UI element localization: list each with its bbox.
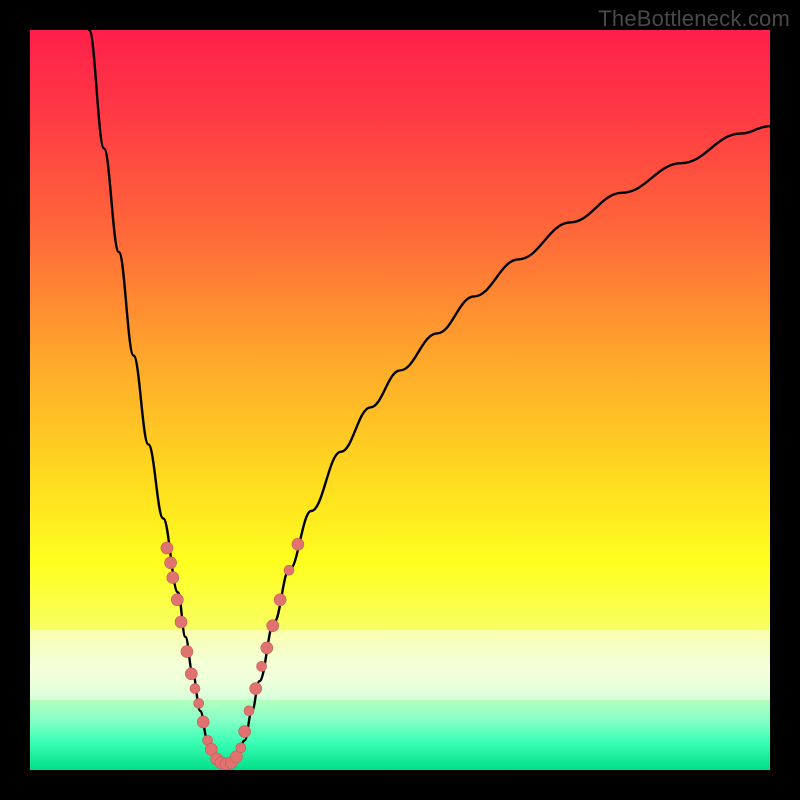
data-point [167,572,179,584]
data-point [175,616,187,628]
data-point [171,594,183,606]
data-point [292,538,304,550]
data-point [236,743,246,753]
data-point [257,661,267,671]
data-point [239,726,251,738]
data-point [261,642,273,654]
data-point [194,698,204,708]
data-point [274,594,286,606]
scatter-dots [161,538,304,770]
chart-overlay [30,30,770,770]
data-point [244,706,254,716]
data-point [267,620,279,632]
data-point [185,668,197,680]
data-point [284,565,294,575]
data-point [190,684,200,694]
chart-stage: TheBottleneck.com [0,0,800,800]
data-point [165,557,177,569]
watermark-text: TheBottleneck.com [598,6,790,32]
data-point [197,716,209,728]
data-point [181,646,193,658]
data-point [161,542,173,554]
data-point [250,683,262,695]
